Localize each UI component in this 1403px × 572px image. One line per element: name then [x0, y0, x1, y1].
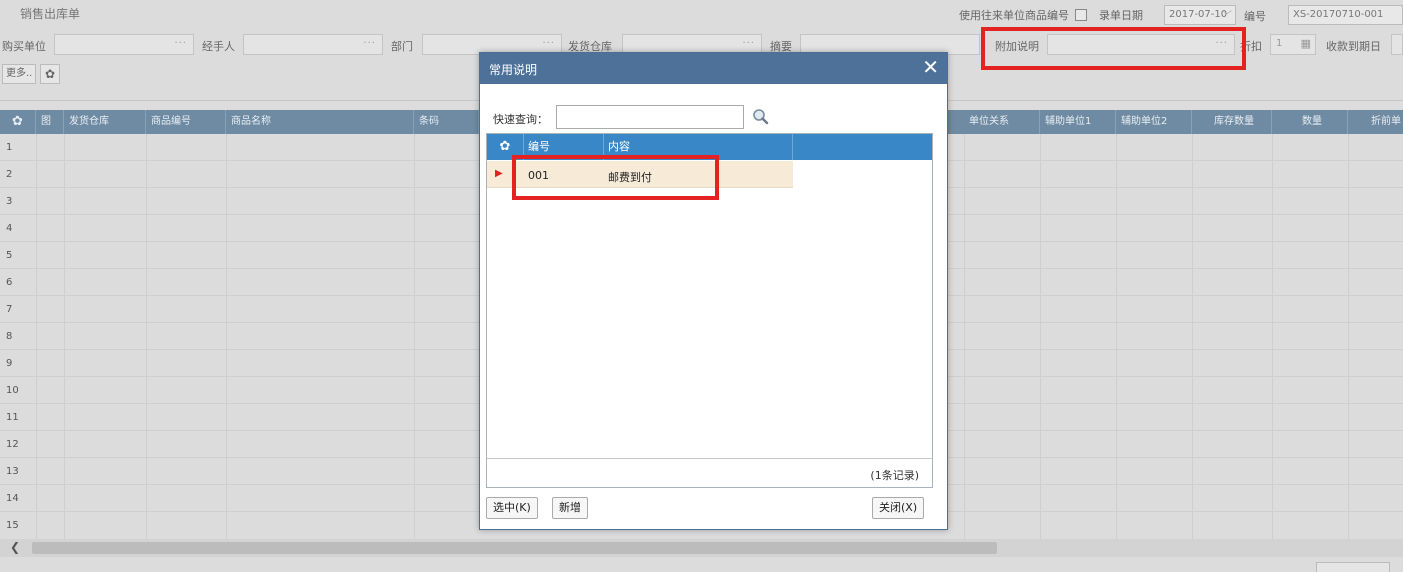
extra-note-label: 附加说明: [995, 40, 1039, 53]
use-partner-code-label: 使用往来单位商品编号: [959, 9, 1069, 22]
col-stock-qty[interactable]: 库存数量: [1192, 110, 1272, 134]
note-code: 001: [528, 169, 549, 182]
col-aux-unit-2[interactable]: 辅助单位2: [1116, 110, 1192, 134]
grid-line: [36, 134, 37, 539]
triangle-right-icon: ▶: [495, 168, 503, 179]
close-button[interactable]: 关闭(X): [872, 497, 925, 519]
record-count: (1条记录): [870, 469, 919, 482]
date-label: 录单日期: [1099, 9, 1143, 22]
buyer-field[interactable]: ···: [54, 34, 194, 55]
ellipsis-icon[interactable]: ···: [174, 38, 187, 49]
common-notes-dialog: 常用说明 ✕ 快速查询： ✿ 编号 内容 ▶ 001 邮费到付 (1条记录) 选…: [479, 52, 948, 530]
list-header: ✿ 编号 内容: [487, 134, 932, 160]
grid-line: [1192, 134, 1193, 539]
extra-note-field[interactable]: ···: [1047, 34, 1235, 55]
col-product-code[interactable]: 商品编号: [146, 110, 226, 134]
dialog-header: 常用说明 ✕: [480, 53, 947, 84]
buyer-label: 购买单位: [2, 40, 46, 53]
ellipsis-icon[interactable]: ···: [363, 38, 376, 49]
page-title: 销售出库单: [20, 7, 81, 21]
col-code[interactable]: 编号: [524, 134, 604, 160]
grid-line: [1040, 134, 1041, 539]
close-icon[interactable]: ✕: [922, 56, 939, 78]
chevron-left-icon[interactable]: ❮: [10, 540, 20, 554]
search-icon[interactable]: [751, 107, 771, 127]
col-image[interactable]: 图: [36, 110, 64, 134]
use-partner-code-checkbox[interactable]: [1075, 9, 1087, 21]
chevron-down-icon[interactable]: ﹀: [1222, 8, 1232, 26]
ellipsis-icon[interactable]: ···: [742, 38, 755, 49]
due-date-field[interactable]: [1391, 34, 1403, 55]
scrollbar-thumb[interactable]: [32, 542, 997, 554]
grid-line: [964, 134, 965, 539]
bill-number-field[interactable]: XS-20170710-001: [1288, 5, 1403, 25]
gear-icon[interactable]: ✿: [487, 134, 524, 160]
dept-label: 部门: [391, 40, 413, 53]
grid-line: [64, 134, 65, 539]
discount-field[interactable]: 1 ▦: [1270, 34, 1316, 55]
date-input[interactable]: 2017-07-10 ﹀: [1164, 5, 1236, 25]
more-button[interactable]: 更多..: [2, 64, 37, 84]
calendar-icon[interactable]: ▦: [1301, 37, 1311, 50]
grid-line: [414, 134, 415, 539]
list-footer: (1条记录): [487, 458, 932, 488]
handler-label: 经手人: [202, 40, 235, 53]
ellipsis-icon[interactable]: ···: [542, 38, 555, 49]
due-date-label: 收款到期日: [1326, 40, 1381, 53]
search-input[interactable]: [556, 105, 744, 129]
ellipsis-icon[interactable]: ···: [1215, 38, 1228, 49]
grid-line: [226, 134, 227, 539]
grid-line: [1272, 134, 1273, 539]
title-bar: 销售出库单 使用往来单位商品编号 录单日期 2017-07-10 ﹀ XS-20…: [0, 0, 1403, 28]
search-label: 快速查询：: [493, 113, 548, 126]
col-pre-discount-price[interactable]: 折前单: [1348, 110, 1403, 134]
gear-icon[interactable]: ✿: [0, 110, 36, 134]
select-button[interactable]: 选中(K): [486, 497, 538, 519]
col-content[interactable]: 内容: [604, 134, 793, 160]
col-aux-unit-1[interactable]: 辅助单位1: [1040, 110, 1116, 134]
discount-label: 折扣: [1240, 40, 1262, 53]
dialog-title: 常用说明: [489, 63, 538, 77]
new-button[interactable]: 新增: [552, 497, 588, 519]
grid-line: [146, 134, 147, 539]
notes-list: ✿ 编号 内容 ▶ 001 邮费到付 (1条记录): [486, 133, 933, 488]
col-unit-relation[interactable]: 单位关系: [964, 110, 1040, 134]
grid-line: [1116, 134, 1117, 539]
col-product-name[interactable]: 商品名称: [226, 110, 414, 134]
col-qty[interactable]: 数量: [1272, 110, 1348, 134]
bottom-right-control[interactable]: [1316, 562, 1390, 572]
col-warehouse[interactable]: 发货仓库: [64, 110, 146, 134]
use-partner-code-option[interactable]: 使用往来单位商品编号 录单日期: [959, 5, 1143, 25]
bill-number-label: 编号: [1244, 10, 1266, 23]
note-content: 邮费到付: [608, 171, 652, 184]
grid-line: [1348, 134, 1349, 539]
horizontal-scrollbar[interactable]: ❮: [0, 539, 1403, 557]
handler-field[interactable]: ···: [243, 34, 383, 55]
gear-icon[interactable]: ✿: [40, 64, 60, 84]
col-barcode[interactable]: 条码: [414, 110, 479, 134]
list-item[interactable]: ▶ 001 邮费到付: [487, 161, 793, 188]
